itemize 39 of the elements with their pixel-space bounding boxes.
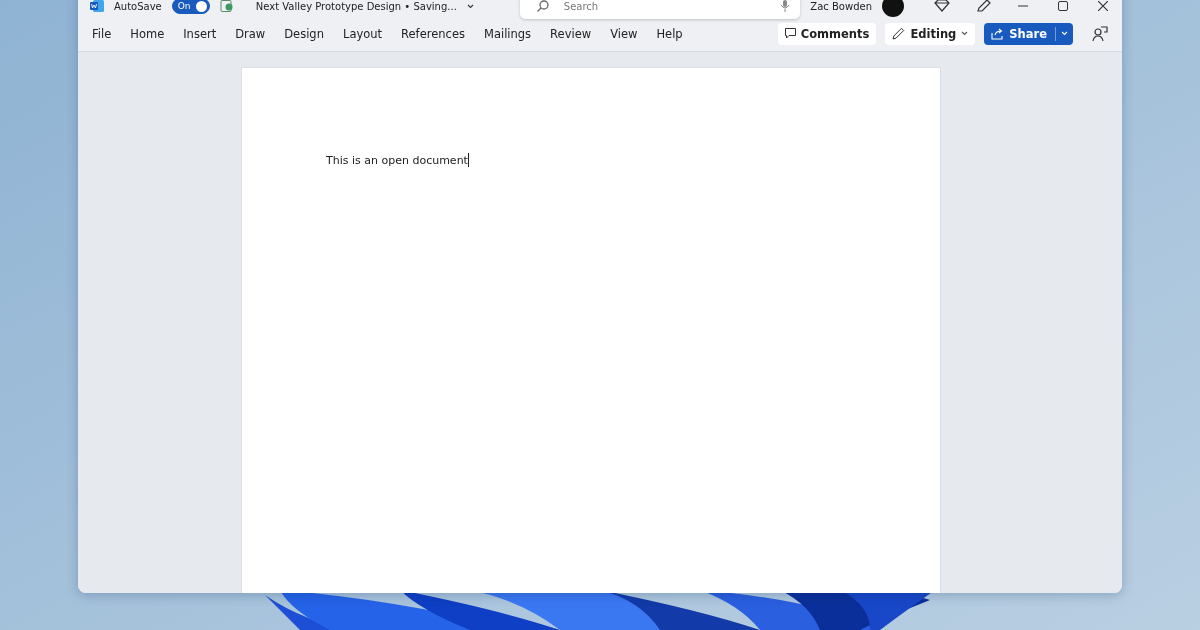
caret-icon <box>1061 31 1068 36</box>
ribbon-tab[interactable]: Mailings <box>481 22 534 45</box>
user-name: Zac Bowden <box>810 0 872 12</box>
ribbon-tab[interactable]: Home <box>128 22 167 45</box>
caret-icon <box>466 3 474 9</box>
ribbon-tab[interactable]: References <box>399 22 467 45</box>
caret-icon <box>961 31 969 36</box>
ribbon-tab[interactable]: Draw <box>233 22 268 45</box>
document-title[interactable]: Next Valley Prototype Design • Saving... <box>255 0 457 12</box>
close-icon[interactable] <box>1098 1 1108 11</box>
pencil-icon <box>892 27 906 40</box>
pen-icon[interactable] <box>976 0 992 12</box>
ribbon-tab[interactable]: Insert <box>181 22 219 45</box>
ribbon-tab[interactable]: Layout <box>340 22 385 45</box>
share-icon <box>991 27 1005 40</box>
maximize-icon[interactable] <box>1058 1 1068 11</box>
comments-button[interactable]: Comments <box>777 22 877 45</box>
minimize-icon[interactable] <box>1018 4 1028 8</box>
file-sync-icon[interactable] <box>219 0 234 12</box>
search-field[interactable]: Search <box>561 0 768 13</box>
editing-button[interactable]: Editing <box>885 22 976 45</box>
ribbon-tab[interactable]: Design <box>282 22 326 45</box>
avatar[interactable] <box>882 0 904 17</box>
comment-icon <box>784 28 796 39</box>
search-icon <box>535 0 550 13</box>
ribbon-tab[interactable]: View <box>608 22 640 45</box>
microphone-icon[interactable] <box>779 0 790 12</box>
search-bar[interactable]: Search <box>519 0 800 19</box>
ribbon-tab[interactable]: Help <box>654 22 685 45</box>
ribbon-tab[interactable]: File <box>90 22 114 45</box>
document-text: This is an open document <box>326 153 468 167</box>
word-logo-icon <box>90 0 104 12</box>
text-cursor <box>467 153 469 167</box>
autosave-label: AutoSave <box>114 0 162 12</box>
share-button[interactable]: Share <box>984 22 1073 45</box>
diamond-icon[interactable] <box>934 0 950 12</box>
coauthoring-icon[interactable] <box>1092 25 1108 42</box>
ribbon-tab[interactable]: Review <box>548 22 594 45</box>
autosave-toggle[interactable]: On <box>171 0 210 14</box>
